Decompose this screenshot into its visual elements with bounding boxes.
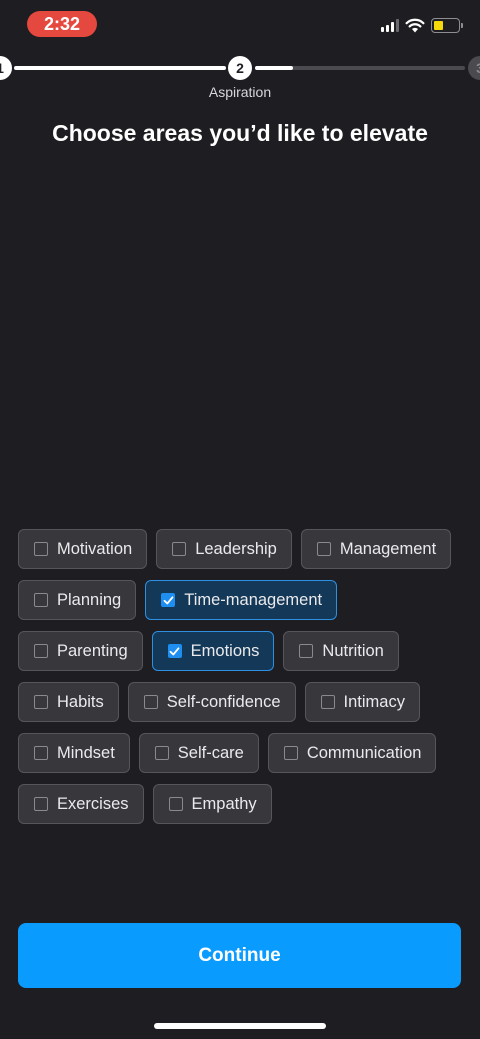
step-3-dot: 3	[468, 56, 480, 80]
option-label: Self-care	[177, 743, 244, 762]
step-1-number: 1	[0, 60, 4, 76]
option-chip[interactable]: Exercises	[18, 784, 144, 824]
step-3-number: 3	[476, 60, 480, 76]
home-indicator	[154, 1023, 326, 1029]
option-label: Management	[339, 539, 437, 558]
checkbox-icon[interactable]	[299, 644, 314, 658]
option-label: Emotions	[190, 641, 260, 660]
option-chip[interactable]: Self-confidence	[127, 682, 296, 722]
continue-button[interactable]: Continue	[18, 923, 461, 988]
checkbox-icon[interactable]	[143, 695, 158, 709]
step-2-dot: 2	[228, 56, 252, 80]
option-chip[interactable]: Intimacy	[304, 682, 420, 722]
checkbox-icon[interactable]	[172, 542, 187, 556]
option-chip[interactable]: Habits	[18, 682, 119, 722]
option-chip[interactable]: Emotions	[151, 631, 275, 671]
option-label: Motivation	[57, 539, 133, 558]
checkbox-icon[interactable]	[34, 593, 48, 607]
step-1-line	[14, 66, 226, 70]
option-chip[interactable]: Leadership	[156, 529, 292, 569]
option-chip[interactable]: Empathy	[152, 784, 272, 824]
option-label: Planning	[57, 590, 122, 609]
options-list: Motivation Leadership Management Planning Ti…	[18, 529, 464, 824]
page-title: Choose areas you’d like to elevate	[52, 120, 428, 146]
progress-stepper: 1 2 3	[0, 55, 480, 81]
option-chip[interactable]: Motivation	[18, 529, 148, 569]
status-icons	[381, 18, 463, 33]
wifi-icon	[405, 18, 425, 33]
checkbox-checked-icon[interactable]	[161, 593, 176, 607]
option-label: Time-management	[184, 590, 323, 609]
option-chip[interactable]: Management	[300, 529, 452, 569]
status-time: 2:32	[27, 11, 97, 37]
checkbox-icon[interactable]	[34, 797, 48, 811]
step-2-progress	[255, 66, 293, 70]
option-chip[interactable]: Time-management	[145, 580, 338, 620]
option-chip[interactable]: Communication	[267, 733, 437, 773]
option-label: Communication	[306, 743, 422, 762]
checkbox-checked-icon[interactable]	[167, 644, 182, 658]
option-label: Exercises	[57, 794, 129, 813]
option-chip[interactable]: Self-care	[138, 733, 259, 773]
option-label: Empathy	[191, 794, 257, 813]
option-label: Leadership	[195, 539, 277, 558]
current-step-label: Aspiration	[208, 84, 272, 100]
option-label: Habits	[57, 692, 104, 711]
option-chip[interactable]: Parenting	[18, 631, 143, 671]
option-label: Intimacy	[343, 692, 405, 711]
status-time-text: 2:32	[43, 13, 81, 34]
battery-icon	[431, 18, 463, 33]
option-label: Mindset	[57, 743, 115, 762]
option-label: Parenting	[57, 641, 128, 660]
checkbox-icon[interactable]	[34, 695, 48, 709]
checkbox-icon[interactable]	[34, 746, 48, 760]
option-label: Nutrition	[322, 641, 384, 660]
checkbox-icon[interactable]	[320, 695, 335, 709]
signal-icon	[381, 19, 399, 32]
checkbox-icon[interactable]	[283, 746, 298, 760]
onboarding-screen: 2:32 1 2 3 Aspiration Choose areas you’d…	[0, 0, 480, 1039]
option-chip[interactable]: Nutrition	[283, 631, 399, 671]
checkbox-icon[interactable]	[154, 746, 169, 760]
option-chip[interactable]: Planning	[18, 580, 137, 620]
option-chip[interactable]: Mindset	[18, 733, 130, 773]
checkbox-icon[interactable]	[316, 542, 331, 556]
option-label: Self-confidence	[166, 692, 281, 711]
checkbox-icon[interactable]	[168, 797, 183, 811]
checkbox-icon[interactable]	[34, 644, 48, 658]
step-2-number: 2	[236, 60, 244, 76]
checkbox-icon[interactable]	[34, 542, 48, 556]
step-1-dot: 1	[0, 56, 12, 80]
